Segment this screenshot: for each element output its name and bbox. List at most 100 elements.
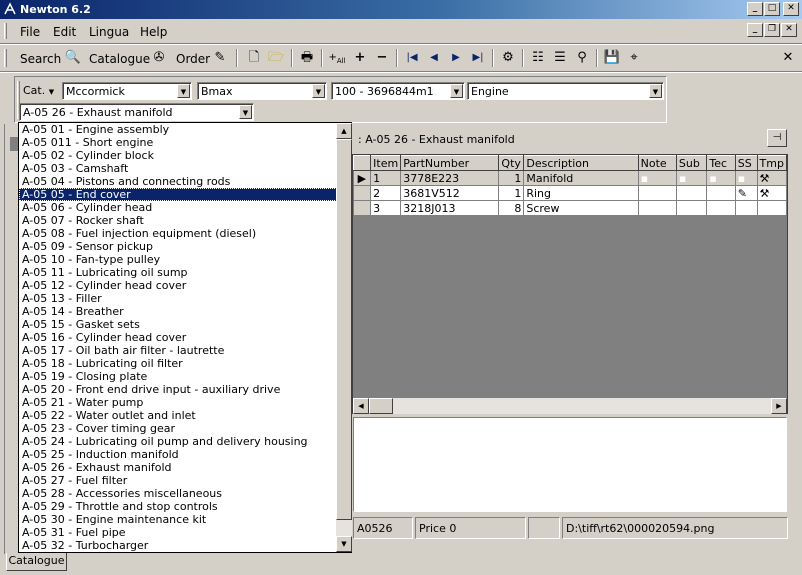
search-button[interactable]: Search [20,52,61,66]
cell-note[interactable]: ▪ [638,170,677,186]
cell-qty[interactable]: 8 [498,200,525,216]
column-header-note[interactable]: Note [637,155,677,171]
section-dropdown-list[interactable]: A-05 01 - Engine assembly A-05 011 - Shor… [18,122,352,553]
catalogue-icon[interactable]: ✇ [150,50,168,66]
notepad-icon[interactable]: ✎ [735,185,758,201]
minimize-button[interactable]: _ [747,2,763,16]
tools-icon[interactable]: ⚒ [757,185,788,201]
column-header-sub[interactable]: Sub [675,155,708,171]
dropdown-item[interactable]: A-05 14 - Breather [19,305,351,318]
serial-range-combo[interactable]: 100 - 3696844m1 ▼ [331,82,465,100]
dropdown-item[interactable]: A-05 05 - End cover [19,188,351,201]
dropdown-item[interactable]: A-05 30 - Engine maintenance kit [19,513,351,526]
tree-view-icon[interactable]: ☷ [529,50,547,66]
cell-tec[interactable]: ▪ [706,170,736,186]
column-header-tec[interactable]: Tec [706,155,736,171]
dropdown-item[interactable]: A-05 12 - Cylinder head cover [19,279,351,292]
first-record-icon[interactable]: |◀ [403,50,421,66]
dropdown-item[interactable]: A-05 21 - Water pump [19,396,351,409]
column-header-item[interactable]: Item [370,155,402,171]
save-icon[interactable]: 💾 [603,50,621,66]
dropdown-item[interactable]: A-05 13 - Filler [19,292,351,305]
category-menu[interactable]: Cat. ▼ [23,84,54,97]
dropdown-item[interactable]: A-05 20 - Front end drive input - auxili… [19,383,351,396]
dropdown-item[interactable]: A-05 01 - Engine assembly [19,123,351,136]
cell-description[interactable]: Manifold [523,170,639,186]
list-view-icon[interactable]: ☰ [551,50,569,66]
dropdown-item[interactable]: A-05 26 - Exhaust manifold [19,461,351,474]
next-record-icon[interactable]: ▶ [447,50,465,66]
binoculars-icon[interactable]: ⚲ [573,50,591,66]
cell-ss[interactable]: ▪ [735,170,758,186]
dropdown-item[interactable]: A-05 08 - Fuel injection equipment (dies… [19,227,351,240]
menu-file[interactable]: File [20,25,40,39]
dropdown-item[interactable]: A-05 06 - Cylinder head [19,201,351,214]
previous-record-icon[interactable]: ◀ [425,50,443,66]
cell-tmp[interactable] [757,200,788,216]
mdi-restore-button[interactable]: ❐ [764,23,780,37]
dropdown-item[interactable]: A-05 25 - Induction manifold [19,448,351,461]
add-all-icon[interactable]: +All [328,50,346,66]
maximize-button[interactable]: □ [764,2,780,16]
dropdown-item[interactable]: A-05 04 - Pistons and connecting rods [19,175,351,188]
chevron-down-icon[interactable]: ▼ [312,84,325,98]
cell-item[interactable]: 2 [370,185,402,201]
dropdown-item[interactable]: A-05 23 - Cover timing gear [19,422,351,435]
dropdown-item[interactable]: A-05 15 - Gasket sets [19,318,351,331]
column-header-description[interactable]: Description [523,155,639,171]
dropdown-item[interactable]: A-05 16 - Cylinder head cover [19,331,351,344]
cell-sub[interactable]: ▪ [676,170,708,186]
scroll-up-icon[interactable]: ▲ [336,123,352,139]
dropdown-item[interactable]: A-05 03 - Camshaft [19,162,351,175]
dropdown-item[interactable]: A-05 17 - Oil bath air filter - lautrett… [19,344,351,357]
notes-area[interactable] [353,417,787,512]
chevron-down-icon[interactable]: ▼ [239,105,252,119]
cell-partnumber[interactable]: 3681V512 [400,185,500,201]
cell-ss[interactable] [735,200,758,216]
scroll-left-icon[interactable]: ◀ [353,398,369,414]
dropdown-item[interactable]: A-05 09 - Sensor pickup [19,240,351,253]
cell-description[interactable]: Ring [523,185,639,201]
dropdown-item[interactable]: A-05 29 - Throttle and stop controls [19,500,351,513]
network-icon[interactable]: ⚙ [499,50,517,66]
dropdown-scrollbar[interactable]: ▲ ▼ [336,123,352,552]
brand-combo[interactable]: Mccormick ▼ [62,82,192,100]
dropdown-item[interactable]: A-05 24 - Lubricating oil pump and deliv… [19,435,351,448]
dropdown-item[interactable]: A-05 02 - Cylinder block [19,149,351,162]
column-header-tmp[interactable]: Tmp [756,155,788,171]
search-icon[interactable]: 🔍 [64,50,82,66]
cell-note[interactable] [638,185,677,201]
cell-tec[interactable] [706,185,736,201]
cell-qty[interactable]: 1 [498,170,525,186]
table-row[interactable]: 2 3681V512 1 Ring ✎ ⚒ [353,185,788,201]
chevron-down-icon[interactable]: ▼ [450,84,463,98]
cell-sub[interactable] [676,185,708,201]
cell-description[interactable]: Screw [523,200,639,216]
scroll-right-icon[interactable]: ▶ [771,398,787,414]
cell-tec[interactable] [706,200,736,216]
menu-edit[interactable]: Edit [53,25,76,39]
column-header-partnumber[interactable]: PartNumber [400,155,500,171]
remove-icon[interactable]: − [373,50,391,66]
dropdown-item[interactable]: A-05 31 - Fuel pipe [19,526,351,539]
cell-partnumber[interactable]: 3778E223 [400,170,500,186]
grid-horizontal-scrollbar[interactable]: ◀ ▶ [353,398,787,414]
dropdown-item[interactable]: A-05 22 - Water outlet and inlet [19,409,351,422]
print-icon[interactable]: 🖶 [298,50,316,66]
dropdown-item[interactable]: A-05 10 - Fan-type pulley [19,253,351,266]
column-header-qty[interactable]: Qty [498,155,525,171]
mdi-minimize-button[interactable]: _ [747,23,763,37]
mdi-close-button[interactable]: ✕ [781,23,797,37]
fit-page-icon[interactable]: ⌖ [625,50,643,66]
cell-note[interactable] [638,200,677,216]
close-button[interactable]: ✕ [783,2,799,16]
open-folder-icon[interactable]: 🗁 [267,50,285,66]
table-row[interactable]: ▶ 1 3778E223 1 Manifold ▪ ▪ ▪ ▪ ⚒ [353,170,788,186]
cell-partnumber[interactable]: 3218J013 [400,200,500,216]
dropdown-item[interactable]: A-05 28 - Accessories miscellaneous [19,487,351,500]
group-combo[interactable]: Engine ▼ [467,82,664,100]
tab-catalogue[interactable]: Catalogue [6,553,67,571]
table-row[interactable]: 3 3218J013 8 Screw [353,200,788,216]
scrollbar-thumb[interactable] [336,139,352,520]
dropdown-item[interactable]: A-05 27 - Fuel filter [19,474,351,487]
